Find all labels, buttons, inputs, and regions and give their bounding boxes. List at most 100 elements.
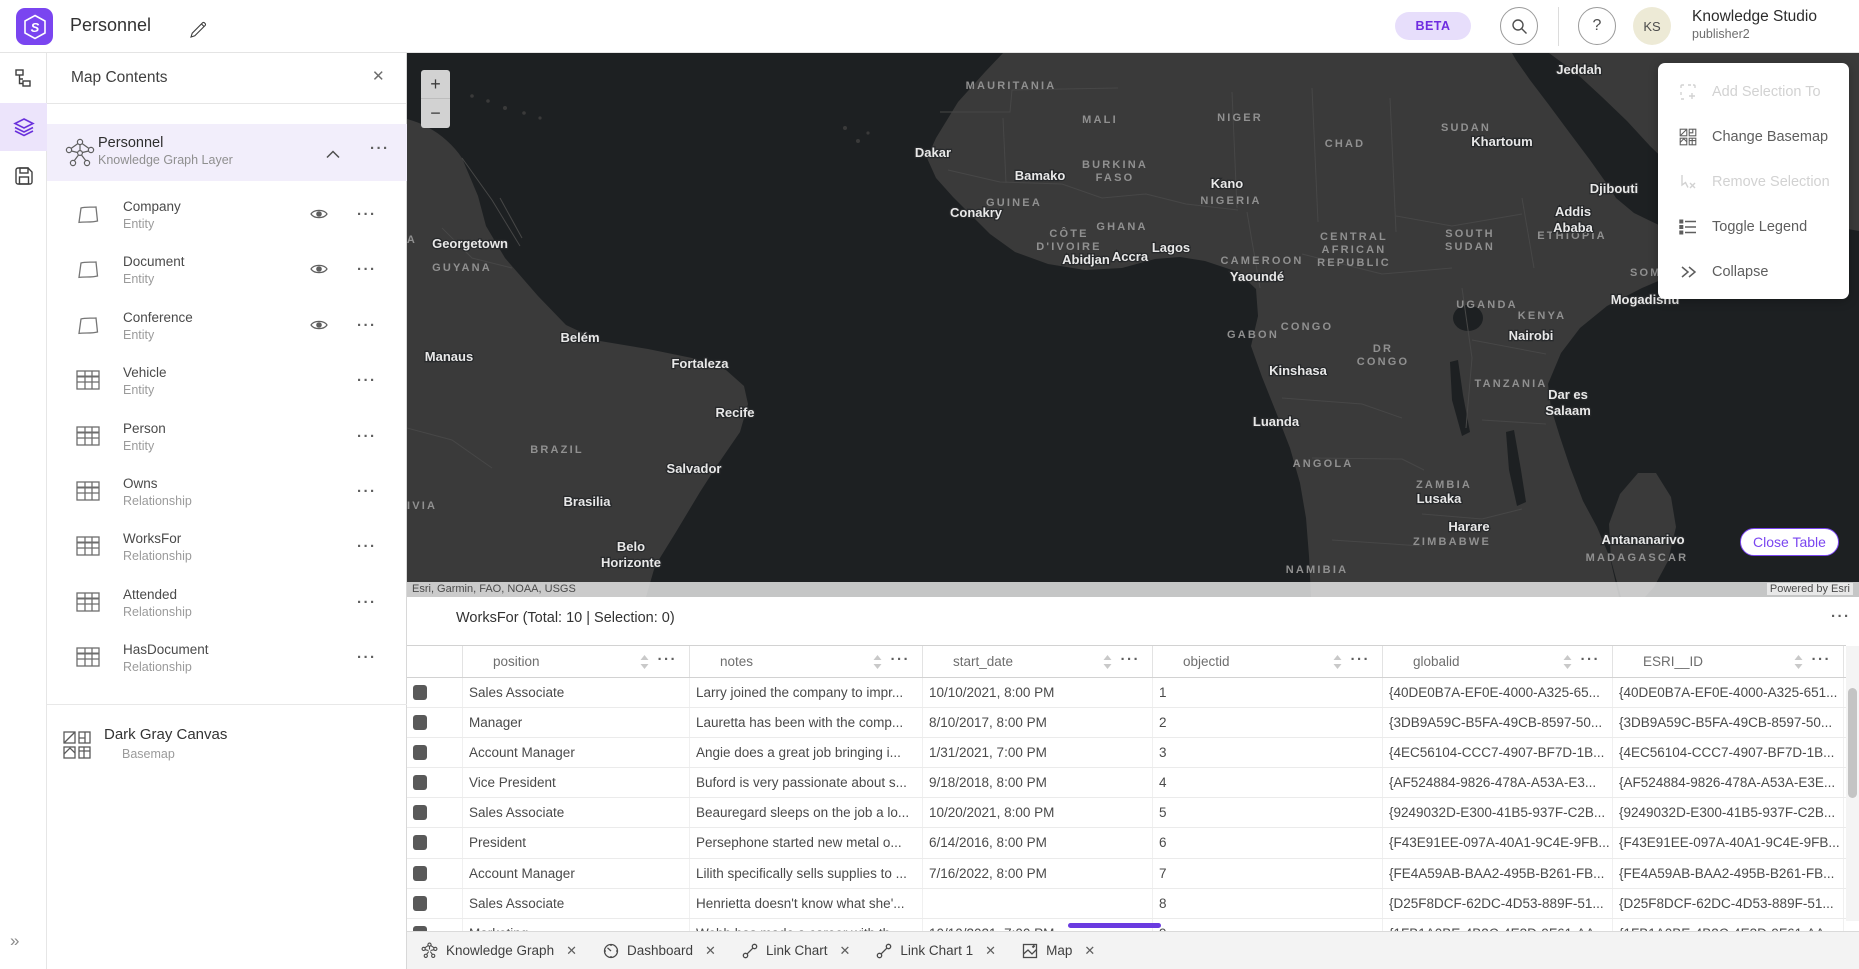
panel-header: Map Contents ✕ [47, 53, 406, 104]
table-options-icon[interactable]: ··· [1831, 608, 1851, 625]
sort-icon[interactable] [1794, 655, 1803, 674]
layer-group-options-icon[interactable]: ··· [370, 140, 390, 157]
column-label: globalid [1413, 654, 1460, 669]
map-icon [1022, 943, 1038, 959]
row-checkbox[interactable] [413, 775, 427, 790]
tab-knowledge-graph[interactable]: Knowledge Graph✕ [421, 942, 577, 959]
basemap-row[interactable]: Dark Gray Canvas Basemap [47, 718, 407, 776]
table-row[interactable]: Sales AssociateLarry joined the company … [407, 678, 1846, 708]
table-row[interactable]: ManagerLauretta has been with the comp..… [407, 708, 1846, 738]
layer-options-icon[interactable]: ··· [357, 649, 377, 666]
row-checkbox[interactable] [413, 805, 427, 820]
visibility-eye-icon[interactable] [310, 207, 328, 225]
sort-icon[interactable] [640, 655, 649, 674]
layer-row-conference[interactable]: ConferenceEntity··· [47, 301, 407, 356]
layer-row-owns[interactable]: OwnsRelationship··· [47, 467, 407, 522]
column-options-icon[interactable]: ··· [891, 651, 911, 668]
menu-item-collapse[interactable]: Collapse [1658, 249, 1849, 294]
column-header-esri__id[interactable]: ESRI__ID··· [1613, 646, 1844, 677]
select-all-header[interactable] [407, 646, 463, 677]
layer-options-icon[interactable]: ··· [357, 428, 377, 445]
tab-dashboard[interactable]: Dashboard✕ [603, 943, 716, 959]
help-button[interactable]: ? [1578, 7, 1616, 45]
layer-row-company[interactable]: CompanyEntity··· [47, 190, 407, 245]
layer-row-document[interactable]: DocumentEntity··· [47, 245, 407, 300]
layer-row-hasdocument[interactable]: HasDocumentRelationship··· [47, 633, 407, 688]
layer-options-icon[interactable]: ··· [357, 594, 377, 611]
layers-nav-button[interactable] [0, 103, 47, 151]
row-checkbox[interactable] [413, 896, 427, 911]
column-header-start_date[interactable]: start_date ··· [923, 646, 1153, 677]
cell-position: Sales Associate [463, 798, 690, 827]
column-header-objectid[interactable]: objectid··· [1153, 646, 1383, 677]
close-tab-icon[interactable]: ✕ [566, 943, 577, 959]
layer-options-icon[interactable]: ··· [357, 538, 377, 555]
visibility-eye-icon[interactable] [310, 262, 328, 280]
expand-rail-button[interactable]: » [10, 931, 19, 951]
cell-objectid: 6 [1153, 828, 1383, 857]
column-options-icon[interactable]: ··· [1812, 651, 1832, 668]
map-viewport[interactable]: MAURITANIAMALINIGERCHADSUDANBURKINAFASOG… [407, 53, 1859, 597]
chevron-up-icon[interactable] [326, 146, 340, 164]
layer-row-worksfor[interactable]: WorksForRelationship··· [47, 522, 407, 577]
layer-options-icon[interactable]: ··· [357, 261, 377, 278]
close-tab-icon[interactable]: ✕ [705, 943, 716, 959]
row-checkbox[interactable] [413, 835, 427, 850]
row-checkbox[interactable] [413, 866, 427, 881]
search-button[interactable] [1500, 7, 1538, 45]
tab-link-chart-1[interactable]: Link Chart 1✕ [876, 943, 996, 959]
layer-options-icon[interactable]: ··· [357, 206, 377, 223]
column-options-icon[interactable]: ··· [658, 651, 678, 668]
tab-map[interactable]: Map✕ [1022, 943, 1095, 959]
layer-options-icon[interactable]: ··· [357, 372, 377, 389]
cell-globalid: {FE4A59AB-BAA2-495B-B261-FB... [1383, 859, 1613, 888]
row-select-cell [407, 828, 463, 857]
sort-icon[interactable] [1103, 655, 1112, 674]
layer-row-attended[interactable]: AttendedRelationship··· [47, 578, 407, 633]
zoom-out-button[interactable]: − [421, 99, 450, 128]
menu-item-label: Toggle Legend [1712, 219, 1807, 235]
row-select-cell [407, 798, 463, 827]
table-row[interactable]: Vice PresidentBuford is very passionate … [407, 768, 1846, 798]
column-options-icon[interactable]: ··· [1121, 651, 1141, 668]
menu-item-change-basemap[interactable]: Change Basemap [1658, 114, 1849, 159]
row-checkbox[interactable] [413, 685, 427, 700]
table-row[interactable]: Sales AssociateBeauregard sleeps on the … [407, 798, 1846, 828]
layer-options-icon[interactable]: ··· [357, 317, 377, 334]
close-table-button[interactable]: Close Table [1740, 528, 1839, 556]
edit-title-icon[interactable] [188, 20, 208, 40]
layer-row-person[interactable]: PersonEntity··· [47, 412, 407, 467]
table-row[interactable]: Account ManagerLilith specifically sells… [407, 859, 1846, 889]
save-nav-button[interactable] [0, 152, 47, 200]
sort-icon[interactable] [1333, 655, 1342, 674]
table-row[interactable]: Account ManagerAngie does a great job br… [407, 738, 1846, 768]
table-row[interactable]: Sales AssociateHenrietta doesn't know wh… [407, 889, 1846, 919]
row-checkbox[interactable] [413, 745, 427, 760]
layer-options-icon[interactable]: ··· [357, 483, 377, 500]
column-options-icon[interactable]: ··· [1351, 651, 1371, 668]
close-tab-icon[interactable]: ✕ [985, 943, 996, 959]
zoom-in-button[interactable]: + [421, 70, 450, 99]
column-header-position[interactable]: position··· [463, 646, 690, 677]
row-checkbox[interactable] [413, 715, 427, 730]
table-row[interactable]: PresidentPersephone started new metal o.… [407, 828, 1846, 858]
column-options-icon[interactable]: ··· [1581, 651, 1601, 668]
close-tab-icon[interactable]: ✕ [1084, 943, 1095, 959]
app-logo-icon[interactable]: S [16, 8, 53, 45]
close-tab-icon[interactable]: ✕ [839, 943, 850, 959]
column-header-notes[interactable]: notes··· [690, 646, 923, 677]
menu-item-toggle-legend[interactable]: Toggle Legend [1658, 204, 1849, 249]
data-model-nav-button[interactable] [0, 54, 47, 102]
table-horizontal-scrollbar[interactable] [1068, 923, 1161, 928]
layer-row-vehicle[interactable]: VehicleEntity··· [47, 356, 407, 411]
layer-group-row[interactable]: Personnel Knowledge Graph Layer ··· [47, 124, 407, 181]
visibility-eye-icon[interactable] [310, 318, 328, 336]
column-label: start_date [953, 654, 1013, 669]
avatar[interactable]: KS [1633, 7, 1671, 45]
column-header-globalid[interactable]: globalid ··· [1383, 646, 1613, 677]
table-vertical-scrollbar[interactable] [1846, 646, 1859, 921]
sort-icon[interactable] [1563, 655, 1572, 674]
close-panel-icon[interactable]: ✕ [372, 67, 385, 85]
sort-icon[interactable] [873, 655, 882, 674]
tab-link-chart[interactable]: Link Chart✕ [742, 943, 850, 959]
